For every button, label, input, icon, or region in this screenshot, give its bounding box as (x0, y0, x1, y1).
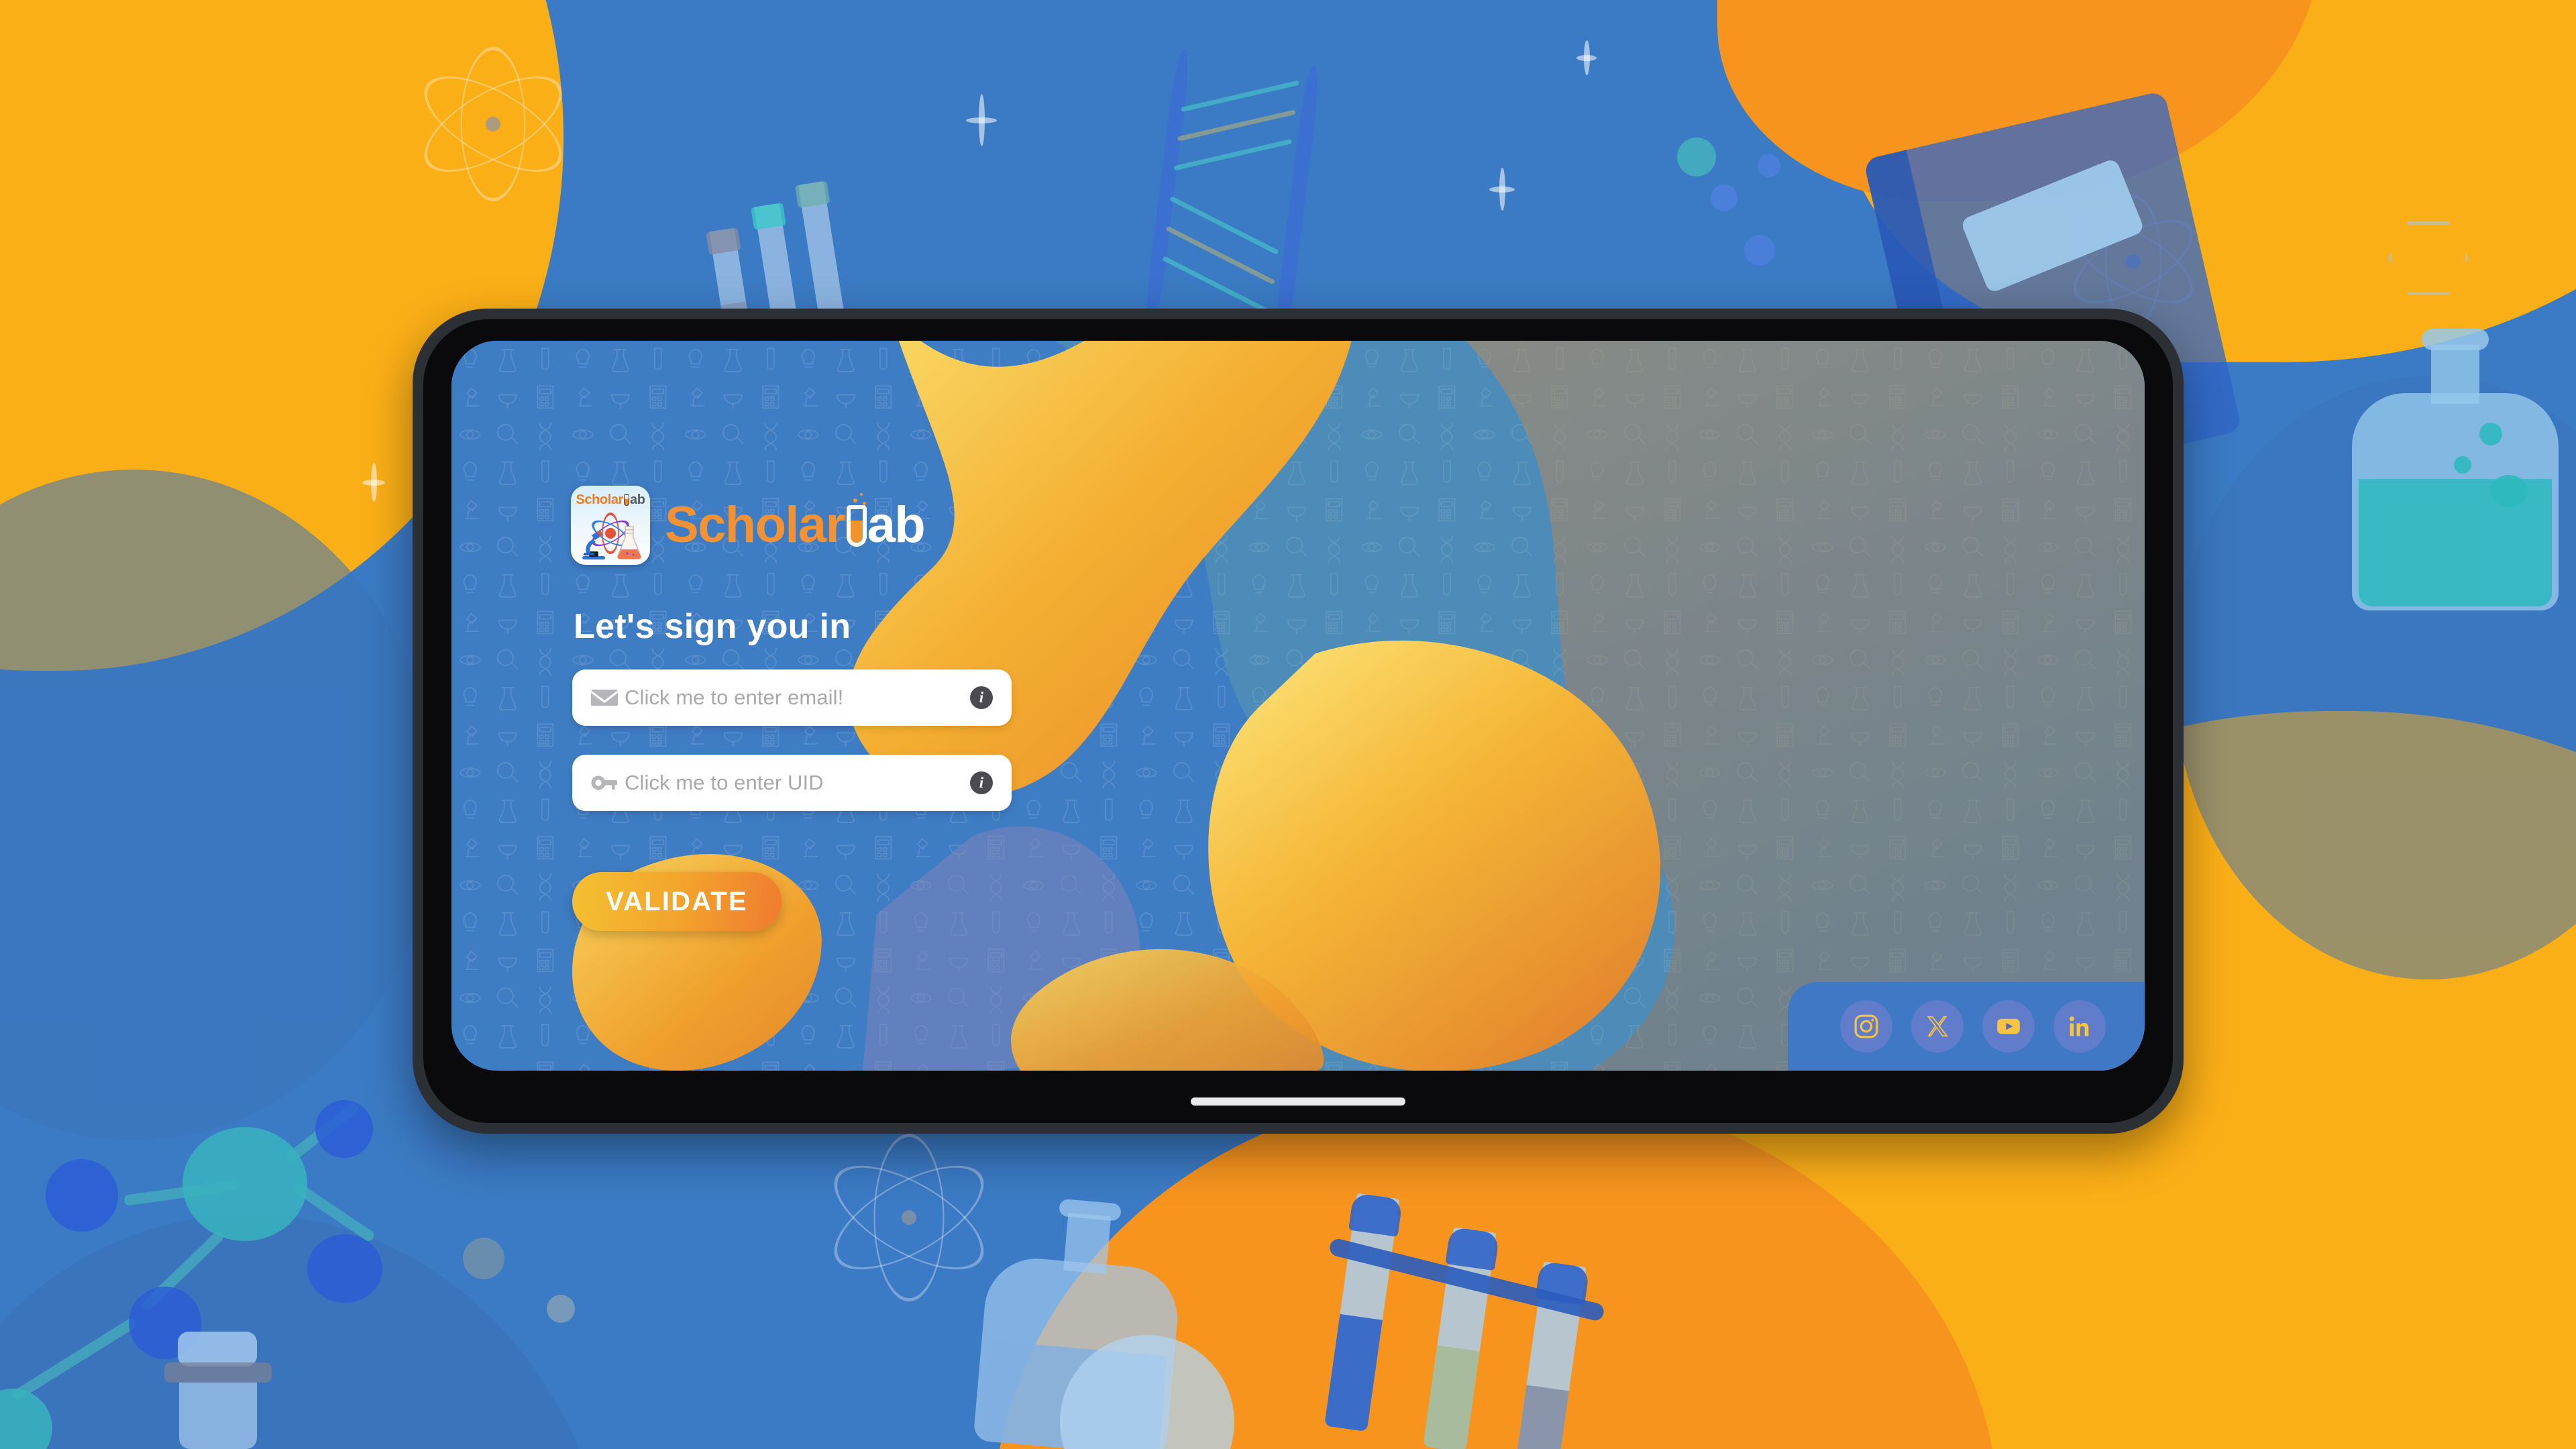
brand-text-ab: ab (867, 496, 926, 553)
flask-icon (617, 526, 641, 559)
app-background: Scholar ab Scholar ab Let's sign you in … (451, 341, 2145, 1071)
youtube-icon (1997, 1018, 2020, 1034)
app-icon-word-ab: ab (630, 492, 645, 507)
test-tube-letter-icon (846, 493, 867, 547)
sparkle-icon (1489, 168, 1515, 211)
brand-text-scholar: Scholar (665, 496, 845, 553)
beaker-icon (164, 1332, 272, 1449)
decorative-dot (547, 1295, 575, 1323)
social-links-bar (1788, 982, 2145, 1071)
linkedin-icon (2070, 1016, 2089, 1036)
sparkle-icon (966, 94, 997, 146)
app-icon-word-scholar: Scholar (576, 492, 623, 507)
decorative-dot (1758, 154, 1780, 177)
email-field[interactable]: Click me to enter email! i (572, 669, 1012, 726)
sparkle-icon (1576, 40, 1597, 75)
atom-icon (410, 47, 576, 201)
email-input-placeholder[interactable]: Click me to enter email! (621, 686, 970, 710)
page-background: Scholar ab Scholar ab Let's sign you in … (0, 0, 2576, 1449)
linkedin-button[interactable] (2053, 1000, 2106, 1053)
phone-device-frame: Scholar ab Scholar ab Let's sign you in … (413, 309, 2184, 1134)
envelope-icon (591, 688, 621, 708)
microscope-icon (582, 530, 605, 559)
uid-info-icon[interactable]: i (970, 771, 993, 794)
validate-button[interactable]: VALIDATE (572, 872, 782, 931)
sparkle-icon (362, 463, 385, 502)
test-tube-letter-icon (624, 494, 629, 506)
uid-input-placeholder[interactable]: Click me to enter UID (621, 771, 970, 795)
youtube-button[interactable] (1982, 1000, 2035, 1053)
login-screen: Scholar ab Scholar ab Let's sign you in … (451, 341, 2145, 1071)
brand-logo: Scholar ab Scholar ab (571, 486, 926, 565)
email-info-icon[interactable]: i (970, 686, 993, 709)
home-indicator[interactable] (1191, 1097, 1405, 1106)
dna-helix-icon (1136, 48, 1343, 349)
atom-icon (818, 1134, 1000, 1301)
decorative-dot (1744, 235, 1775, 266)
brand-wordmark: Scholar ab (665, 493, 926, 553)
decorative-dot (1677, 138, 1716, 176)
x-twitter-button[interactable] (1911, 1000, 1964, 1053)
decorative-dot (1711, 184, 1737, 211)
decorative-dot (463, 1238, 504, 1279)
flask-icon (2348, 329, 2563, 610)
round-flask-icon (1060, 1335, 1234, 1449)
page-title: Let's sign you in (574, 607, 851, 646)
instagram-button[interactable] (1840, 1000, 1892, 1053)
app-icon-wordmark: Scholar ab (571, 493, 650, 506)
phone-screen: Scholar ab Scholar ab Let's sign you in … (451, 341, 2145, 1071)
x-twitter-icon (1927, 1016, 1948, 1037)
phone-screen-bezel: Scholar ab Scholar ab Let's sign you in … (423, 319, 2173, 1123)
molecule-network-icon (0, 892, 389, 1449)
uid-field[interactable]: Click me to enter UID i (572, 755, 1012, 811)
instagram-icon (1854, 1014, 1878, 1038)
app-icon: Scholar ab (571, 486, 650, 565)
key-icon (591, 774, 621, 792)
test-tube-rack (1317, 1152, 1635, 1449)
